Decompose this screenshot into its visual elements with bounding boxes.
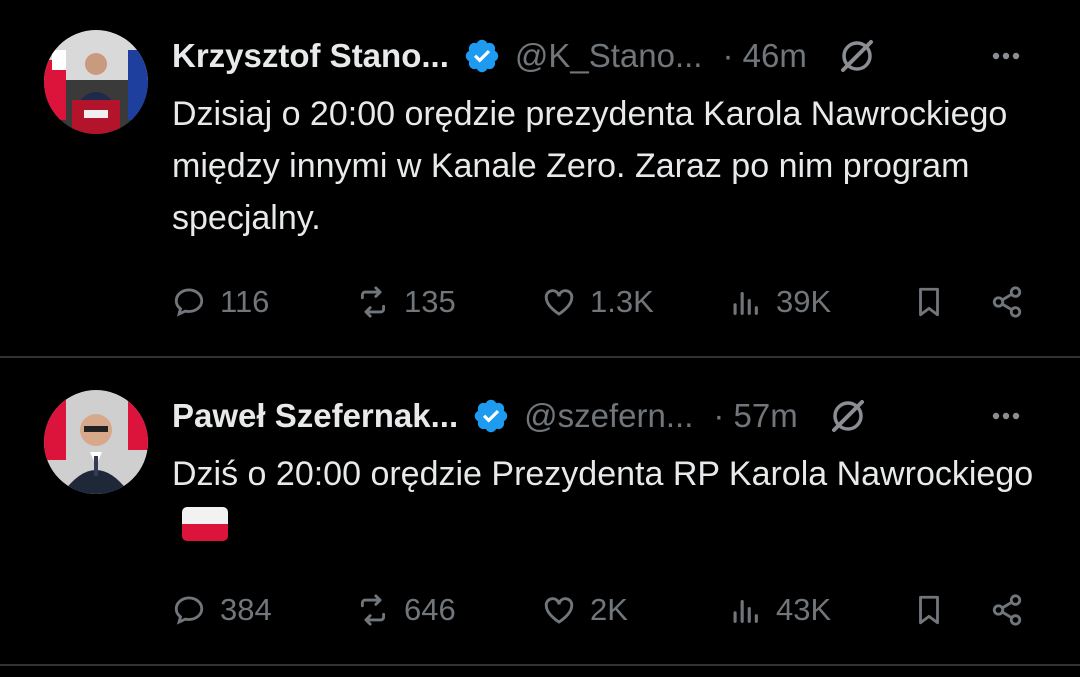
tweet-text: Dziś o 20:00 orędzie Prezydenta RP Karol… xyxy=(172,455,1034,493)
verified-badge-icon xyxy=(465,39,499,73)
like-button[interactable]: 1.3K xyxy=(542,280,654,324)
views-icon xyxy=(733,291,758,315)
share-button[interactable] xyxy=(990,280,1038,324)
repost-count: 646 xyxy=(404,592,456,627)
views-button[interactable]: 39K xyxy=(728,280,831,324)
like-icon xyxy=(544,597,574,624)
divider xyxy=(0,664,1080,666)
reply-button[interactable]: 384 xyxy=(172,588,272,632)
repost-button[interactable]: 646 xyxy=(356,588,456,632)
views-count: 43K xyxy=(776,592,832,627)
tweet-text: Dzisiaj o 20:00 orędzie prezydenta Karol… xyxy=(172,95,1008,237)
author-name[interactable]: Paweł Szefernak... xyxy=(172,397,458,435)
views-icon xyxy=(733,599,758,623)
tweet-actions: 116 135 1.3K 39K xyxy=(172,280,1038,324)
author-handle[interactable]: @K_Stano... xyxy=(515,37,703,75)
timestamp[interactable]: · 57m xyxy=(713,397,797,435)
grok-icon[interactable] xyxy=(828,396,868,436)
share-icon xyxy=(992,286,1022,318)
poland-flag-icon xyxy=(182,507,228,541)
more-icon[interactable] xyxy=(986,36,1026,76)
reply-button[interactable]: 116 xyxy=(172,280,269,324)
views-button[interactable]: 43K xyxy=(728,588,831,632)
repost-button[interactable]: 135 xyxy=(356,280,456,324)
reply-icon xyxy=(174,288,204,317)
views-count: 39K xyxy=(776,284,832,319)
tweet-header: Paweł Szefernak... @szefern... · 57m xyxy=(172,396,1042,436)
more-icon[interactable] xyxy=(986,396,1026,436)
repost-count: 135 xyxy=(404,284,456,319)
avatar[interactable] xyxy=(44,390,148,494)
share-button[interactable] xyxy=(990,588,1038,632)
author-name[interactable]: Krzysztof Stano... xyxy=(172,37,449,75)
reply-count: 384 xyxy=(220,592,272,627)
avatar[interactable] xyxy=(44,30,148,134)
author-handle[interactable]: @szefern... xyxy=(524,397,693,435)
like-count: 1.3K xyxy=(590,284,654,319)
share-icon xyxy=(992,594,1022,626)
tweet[interactable]: Paweł Szefernak... @szefern... · 57m Dzi… xyxy=(0,358,1080,658)
repost-icon xyxy=(360,594,386,626)
bookmark-icon xyxy=(919,287,939,317)
tweet[interactable]: Krzysztof Stano... @K_Stano... · 46m Dzi… xyxy=(0,0,1080,356)
like-icon xyxy=(544,289,574,316)
tweet-text-container: Dziś o 20:00 orędzie Prezydenta RP Karol… xyxy=(172,448,1052,552)
grok-icon[interactable] xyxy=(837,36,877,76)
reply-icon xyxy=(174,596,204,625)
timestamp[interactable]: · 46m xyxy=(722,37,806,75)
bookmark-button[interactable] xyxy=(912,588,960,632)
reply-count: 116 xyxy=(220,284,270,319)
repost-icon xyxy=(360,286,386,318)
verified-badge-icon xyxy=(474,399,508,433)
tweet-actions: 384 646 2K 43K xyxy=(172,588,1038,632)
bookmark-button[interactable] xyxy=(912,280,960,324)
like-button[interactable]: 2K xyxy=(542,588,628,632)
bookmark-icon xyxy=(919,595,939,625)
tweet-header: Krzysztof Stano... @K_Stano... · 46m xyxy=(172,36,1042,76)
like-count: 2K xyxy=(590,592,628,627)
